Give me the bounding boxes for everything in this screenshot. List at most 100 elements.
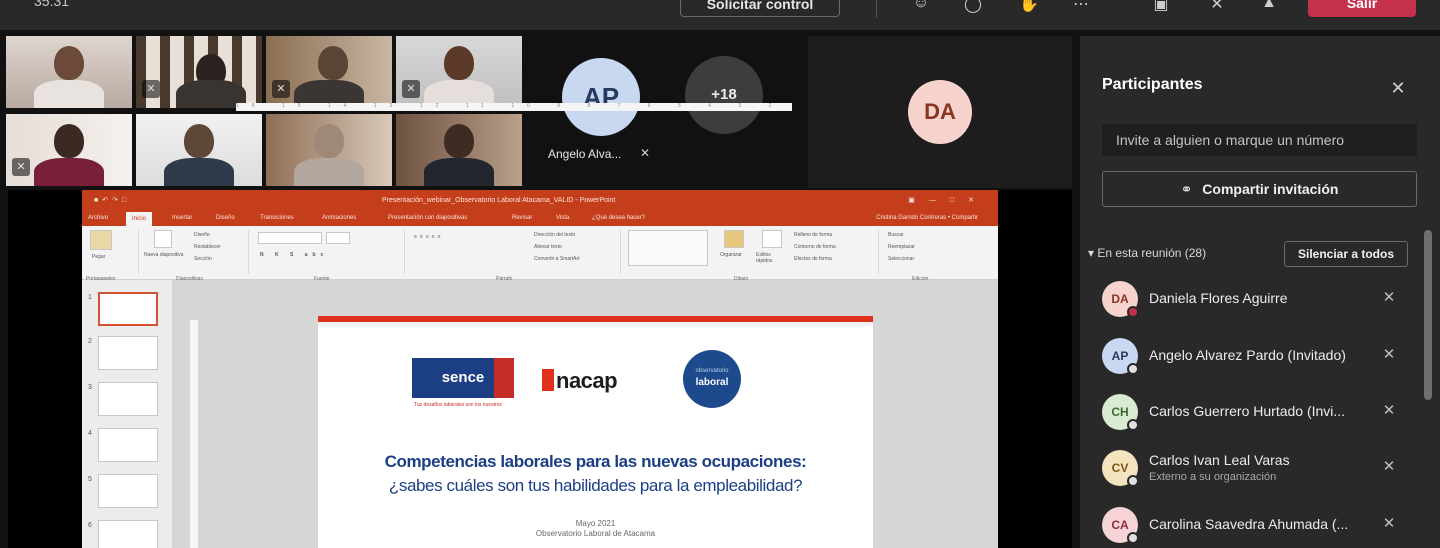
participant-avatar[interactable]: AP [562,58,640,136]
slide-thumbnail[interactable] [98,336,158,370]
video-tile[interactable] [396,114,522,186]
tab-animaciones[interactable]: Animaciones [322,215,356,221]
shape-effects-button[interactable]: Efectos de forma [794,256,832,262]
video-tile[interactable]: ✕ [136,36,262,108]
window-title: Presentación_webinar_Observatorio Labora… [382,197,616,204]
mic-muted-icon: ✕ [1382,402,1396,419]
font-size-select[interactable] [326,232,350,244]
tab-diseno[interactable]: Diseño [216,215,235,221]
quick-styles-label[interactable]: Estilos rápidos [756,252,788,264]
tab-transiciones[interactable]: Transiciones [260,215,294,221]
slide-heading: Competencias laborales para las nuevas o… [384,452,807,471]
vertical-ruler [190,320,198,548]
meeting-timer: 35:31 [34,0,70,9]
video-tile[interactable]: ✕ [6,114,132,186]
participant-name: Carlos Guerrero Hurtado (Invi... [1149,403,1346,419]
slide-thumbnails-pane: 1 2 3 4 5 6 [82,280,172,548]
arrange-icon[interactable] [724,230,744,248]
participant-row[interactable]: CA Carolina Saavedra Ahumada (... ✕ [1102,507,1422,548]
camera-off-icon[interactable]: ▣ [1150,0,1172,14]
video-tile[interactable]: ✕ [266,36,392,108]
leave-button[interactable]: Salir [1308,0,1416,17]
participant-row[interactable]: DA Daniela Flores Aguirre ✕ [1102,281,1422,331]
paste-label[interactable]: Pegar [92,254,105,260]
in-meeting-section-toggle[interactable]: ▾ En esta reunión (28) [1088,246,1206,260]
slide-date: Mayo 2021 [575,519,616,528]
mic-muted-icon: ✕ [142,80,160,98]
participant-row[interactable]: CH Carlos Guerrero Hurtado (Invi... ✕ [1102,394,1422,444]
smartart-button[interactable]: Convertir a SmartArt [534,256,580,262]
request-control-button[interactable]: Solicitar control [680,0,840,17]
reset-button[interactable]: Restablecer [194,244,221,250]
slide-number: 3 [88,384,92,391]
more-icon[interactable]: ⋯ [1070,0,1092,14]
tab-inicio[interactable]: Inicio [126,212,153,226]
mute-all-button[interactable]: Silenciar a todos [1284,241,1408,267]
arrange-label[interactable]: Organizar [720,252,742,258]
ribbon-tabs: Archivo Inicio Insertar Diseño Transicio… [82,212,998,226]
layout-button[interactable]: Diseño [194,232,210,238]
slide-thumbnail[interactable] [98,428,158,462]
slide-header-shadow [318,322,873,326]
shape-fill-button[interactable]: Relleno de forma [794,232,832,238]
hand-icon[interactable]: ✋ [1018,0,1040,14]
panel-title: Participantes [1102,76,1203,93]
mic-muted-icon: ✕ [12,158,30,176]
video-tile[interactable] [266,114,392,186]
participant-row[interactable]: CV Carlos Ivan Leal Varas Externo a su org… [1102,450,1422,500]
slide-thumbnail[interactable] [98,474,158,508]
mic-muted-icon: ✕ [1382,458,1396,475]
find-button[interactable]: Buscar [888,232,904,238]
mic-off-icon[interactable]: ✕ [1206,0,1228,14]
mic-muted-icon: ✕ [1382,515,1396,532]
video-tile[interactable]: ✕ [396,36,522,108]
tab-archivo[interactable]: Archivo [88,215,108,221]
participant-avatar[interactable]: DA [908,80,972,144]
slide-number: 2 [88,338,92,345]
new-slide-label[interactable]: Nueva diapositiva [144,252,184,258]
horizontal-ruler: 16 15 14 13 12 11 10 9 8 7 6 5 4 3 2 1 0… [236,103,792,111]
tell-me-search[interactable]: ¿Qué desea hacer? [592,215,645,221]
tab-insertar[interactable]: Insertar [172,215,192,221]
participant-name: Angelo Alvarez Pardo (Invitado) [1149,347,1346,363]
close-icon[interactable]: ✕ [1386,76,1410,100]
slide-thumbnail[interactable] [98,520,158,548]
font-family-select[interactable] [258,232,322,244]
quick-styles-icon[interactable] [762,230,782,248]
participants-scrollbar[interactable] [1424,230,1432,400]
ppt-user-label[interactable]: Cristina Garrido Contreras • Compartir [876,215,978,221]
tab-revisar[interactable]: Revisar [512,215,532,221]
align-text-button[interactable]: Alinear texto [534,244,562,250]
presence-status-icon [1127,306,1139,318]
participant-name: Angelo Alva... [548,147,622,161]
share-icon[interactable]: ▲ [1258,0,1280,12]
presence-status-icon [1127,419,1139,431]
section-button[interactable]: Sección [194,256,212,262]
slide-organization: Observatorio Laboral de Atacama [535,529,656,538]
participant-name: Daniela Flores Aguirre [1149,290,1288,306]
shapes-gallery[interactable] [628,230,708,266]
tab-presentacion[interactable]: Presentación con diapositivas [388,215,467,221]
current-slide[interactable]: sence Tus desafíos laborales son los nue… [318,316,873,548]
slide-thumbnail[interactable] [98,382,158,416]
video-tile-speaking[interactable] [136,114,262,186]
invite-input[interactable] [1102,124,1417,156]
shape-outline-button[interactable]: Contorno de forma [794,244,836,250]
chat-icon[interactable]: ◯ [962,0,984,14]
slide-thumbnail[interactable] [98,292,158,326]
share-invite-button[interactable]: ⚭ Compartir invitación [1102,171,1417,207]
paragraph-icons[interactable]: ≡≡≡≡≡ [414,234,444,240]
participant-row[interactable]: AP Angelo Alvarez Pardo (Invitado) ✕ [1102,338,1422,388]
tab-vista[interactable]: Vista [556,215,569,221]
paste-icon[interactable] [90,230,112,250]
participant-subtitle: Externo a su organización [1149,471,1277,483]
more-participants-button[interactable]: +18 [685,56,763,134]
font-format-icons[interactable]: N K S abc [260,252,328,258]
text-direction-button[interactable]: Dirección del texto [534,232,575,238]
people-icon[interactable]: ☺ [910,0,932,12]
replace-button[interactable]: Reemplazar [888,244,915,250]
participant-name: Carlos Ivan Leal Varas [1149,452,1290,468]
select-button[interactable]: Seleccionar [888,256,914,262]
video-tile[interactable] [6,36,132,108]
new-slide-icon[interactable] [154,230,172,248]
